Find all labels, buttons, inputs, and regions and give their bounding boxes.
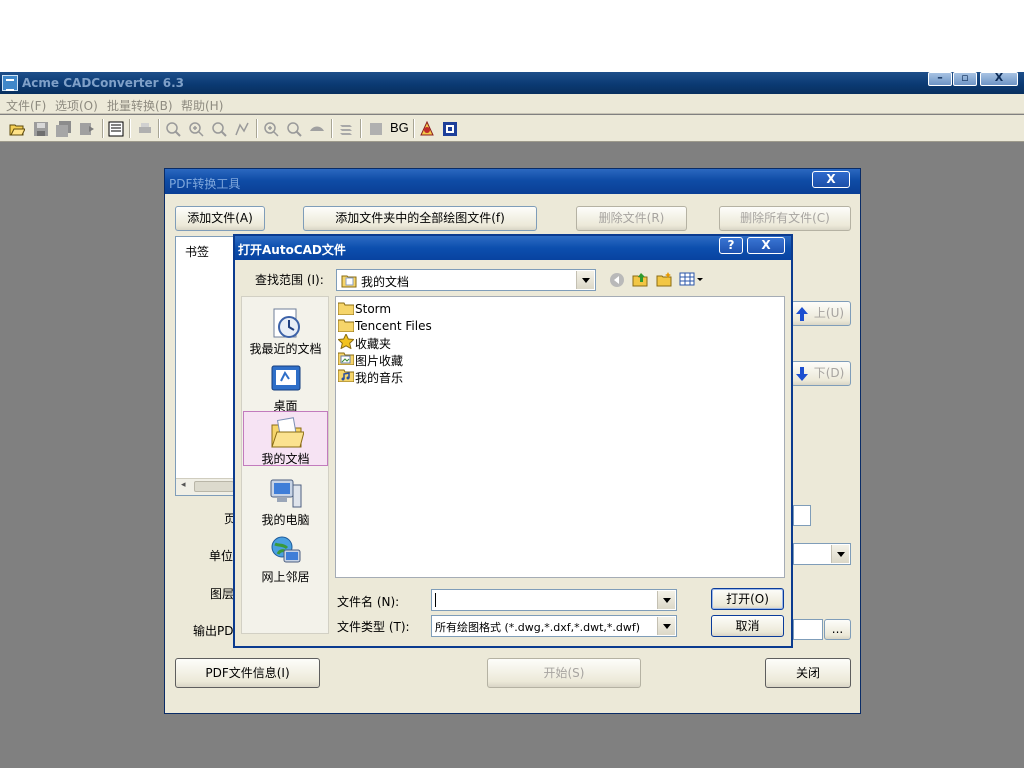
zoom-window-icon[interactable] (211, 121, 227, 137)
arrow-down-icon (796, 367, 808, 381)
app-titlebar: Acme CADConverter 6.3 – ▫ X (0, 71, 1024, 94)
toolbar-separator (413, 119, 415, 138)
toolbar-separator (360, 119, 362, 138)
pdf-dialog-title: PDF转换工具 (169, 177, 241, 191)
close-dialog-button[interactable]: 关闭 (765, 658, 851, 688)
my-computer-icon (270, 479, 302, 508)
open-dialog-titlebar: 打开AutoCAD文件 ? X (235, 236, 791, 260)
zoom-fit-icon[interactable] (263, 121, 279, 137)
file-list-pane[interactable]: 书签 ◂ (175, 236, 235, 496)
filetype-select[interactable]: 所有绘图格式 (*.dwg,*.dxf,*.dwt,*.dwf) (431, 615, 677, 637)
app-title: Acme CADConverter 6.3 (22, 76, 184, 90)
folder-icon (338, 302, 354, 315)
add-folder-button[interactable]: 添加文件夹中的全部绘图文件(f) (303, 206, 537, 231)
restore-button[interactable]: ▫ (953, 71, 977, 86)
toolbar-separator (331, 119, 333, 138)
bg-toggle-button[interactable]: BG (390, 120, 410, 136)
new-folder-icon[interactable] (656, 271, 672, 287)
music-folder-icon (338, 369, 354, 382)
menu-help[interactable]: 帮助(H) (181, 97, 223, 114)
output-pdf-label: 输出PD (193, 624, 234, 638)
page-field[interactable] (793, 505, 811, 526)
star-folder-icon (338, 334, 354, 349)
open-icon[interactable] (9, 121, 26, 137)
look-in-label: 查找范围 (I): (255, 273, 324, 287)
my-documents-small-icon (341, 275, 357, 288)
my-documents-icon (271, 417, 304, 448)
file-list[interactable]: Storm Tencent Files 收藏夹 图片收藏 我的音乐 (335, 296, 785, 578)
toolbar: BG (0, 115, 1024, 142)
up-folder-icon[interactable] (632, 271, 648, 287)
open-button[interactable]: 打开(O) (711, 588, 784, 610)
horizontal-scrollbar[interactable]: ◂ (176, 478, 234, 495)
pan-icon[interactable] (234, 121, 250, 137)
layers-icon[interactable] (338, 121, 354, 137)
save-all-icon[interactable] (56, 121, 72, 137)
folder-icon (338, 319, 354, 332)
close-button[interactable]: X (980, 71, 1018, 86)
print-icon[interactable] (137, 121, 153, 137)
export-icon[interactable] (79, 121, 95, 137)
delete-file-button[interactable]: 删除文件(R) (576, 206, 687, 231)
recent-documents-icon (273, 308, 300, 338)
back-icon[interactable] (609, 272, 625, 288)
zoom-realtime-icon[interactable] (286, 121, 302, 137)
about-icon[interactable] (419, 120, 435, 137)
move-down-button[interactable]: 下(D) (791, 361, 851, 386)
pictures-folder-icon (338, 352, 354, 365)
menu-file[interactable]: 文件(F) (6, 97, 46, 114)
menu-bar: 文件(F) 选项(O) 批量转换(B) 帮助(H) (0, 94, 1024, 114)
place-network[interactable]: 网上邻居 (243, 530, 328, 585)
pdf-info-button[interactable]: PDF文件信息(I) (175, 658, 320, 688)
pdf-dialog-titlebar: PDF转换工具 X (165, 169, 860, 194)
look-in-select[interactable]: 我的文档 (336, 269, 596, 291)
scrollbar-thumb[interactable] (194, 481, 234, 492)
text-cursor (435, 593, 436, 607)
menu-batch[interactable]: 批量转换(B) (107, 97, 173, 114)
arrow-up-icon (796, 307, 808, 321)
open-dialog-title: 打开AutoCAD文件 (238, 243, 346, 257)
network-places-icon (271, 536, 301, 563)
layer-label: 图层 (210, 587, 235, 601)
filename-label: 文件名 (N): (337, 595, 400, 609)
move-up-button[interactable]: 上(U) (791, 301, 851, 326)
desktop-icon (271, 365, 301, 391)
toolbar-separator (158, 119, 160, 138)
pdf-dialog-close-button[interactable]: X (812, 171, 850, 188)
delete-all-button[interactable]: 删除所有文件(C) (719, 206, 851, 231)
background-icon[interactable] (368, 121, 384, 137)
zoom-in-icon[interactable] (188, 121, 204, 137)
app-icon (2, 75, 18, 91)
start-button[interactable]: 开始(S) (487, 658, 641, 688)
help-button[interactable]: ? (719, 237, 743, 254)
register-icon[interactable] (442, 121, 458, 137)
view-icon[interactable] (309, 121, 325, 137)
minimize-button[interactable]: – (928, 71, 952, 86)
toolbar-separator (129, 119, 131, 138)
place-recent[interactable]: 我最近的文档 (243, 302, 328, 357)
bookmark-column-header: 书签 (185, 245, 210, 259)
place-my-computer[interactable]: 我的电脑 (243, 473, 328, 528)
zoom-out-icon[interactable] (165, 121, 181, 137)
places-bar: 我最近的文档 桌面 我的文档 我的电脑 网上邻居 (241, 296, 329, 634)
save-icon[interactable] (33, 121, 49, 137)
menu-options[interactable]: 选项(O) (55, 97, 98, 114)
place-desktop[interactable]: 桌面 (243, 359, 328, 414)
open-file-dialog: 打开AutoCAD文件 ? X 查找范围 (I): 我的文档 我最近的文档 桌面… (233, 234, 793, 648)
batch-icon[interactable] (108, 121, 124, 137)
browse-output-button[interactable]: ... (824, 619, 851, 640)
output-path-field[interactable] (793, 619, 823, 640)
toolbar-separator (102, 119, 104, 138)
view-menu-icon[interactable] (679, 271, 705, 287)
scroll-left-icon[interactable]: ◂ (181, 480, 186, 490)
filename-input[interactable] (431, 589, 677, 611)
cancel-button[interactable]: 取消 (711, 615, 784, 637)
toolbar-separator (256, 119, 258, 138)
add-file-button[interactable]: 添加文件(A) (175, 206, 265, 231)
place-my-documents[interactable]: 我的文档 (243, 411, 328, 466)
open-dialog-close-button[interactable]: X (747, 237, 785, 254)
filetype-label: 文件类型 (T): (337, 620, 410, 634)
unit-select[interactable] (793, 543, 851, 565)
unit-label: 单位 (209, 549, 234, 563)
